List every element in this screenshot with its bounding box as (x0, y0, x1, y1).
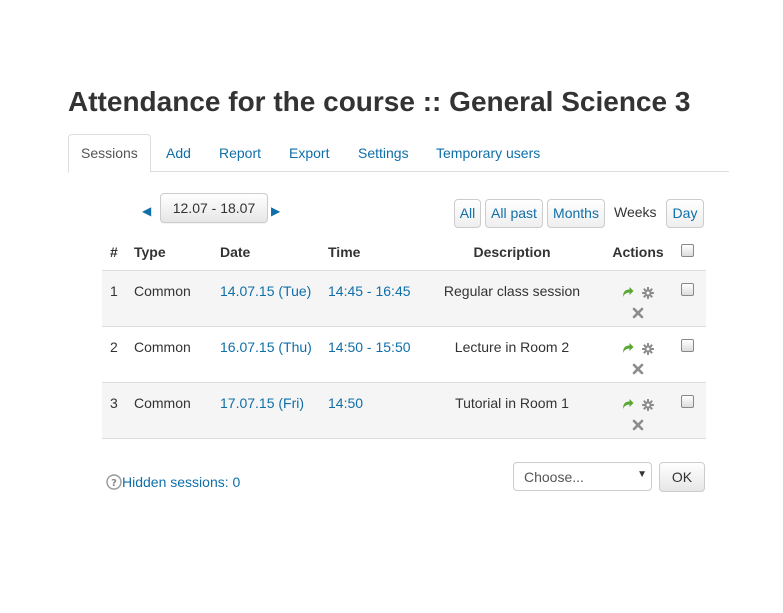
hidden-sessions: ? Hidden sessions: 0 (106, 474, 240, 493)
svg-text:?: ? (111, 478, 117, 489)
session-description: Regular class session (421, 270, 595, 327)
session-type: Common (126, 270, 212, 327)
gear-icon[interactable] (642, 399, 654, 411)
gear-icon[interactable] (642, 287, 654, 299)
gear-icon[interactable] (642, 343, 654, 355)
tab-temporary-users[interactable]: Temporary users (423, 134, 553, 171)
ok-button[interactable]: OK (659, 462, 705, 492)
view-all-past-button[interactable]: All past (485, 199, 543, 228)
session-type: Common (126, 326, 212, 383)
tab-add[interactable]: Add (153, 134, 204, 171)
session-select (673, 382, 706, 439)
header-actions: Actions (612, 244, 664, 260)
header-date: Date (220, 244, 251, 260)
session-time-link[interactable]: 14:45 - 16:45 (328, 283, 411, 299)
bulk-action-selected: Choose... (524, 469, 584, 485)
current-week-button[interactable]: 12.07 - 18.07 (160, 193, 268, 223)
session-num: 2 (102, 326, 126, 383)
header-type: Type (134, 244, 166, 260)
session-time-link[interactable]: 14:50 - 15:50 (328, 339, 411, 355)
session-date-link[interactable]: 14.07.15 (Tue) (220, 283, 311, 299)
session-actions (595, 326, 673, 383)
session-date-link[interactable]: 17.07.15 (Fri) (220, 395, 304, 411)
view-months-button[interactable]: Months (547, 199, 605, 228)
delete-icon[interactable] (632, 363, 644, 375)
session-actions (595, 270, 673, 327)
tab-settings[interactable]: Settings (345, 134, 422, 171)
tab-bar: Sessions Add Report Export Settings Temp… (68, 134, 729, 173)
session-select (673, 270, 706, 327)
prev-week-icon[interactable]: ◀ (142, 204, 151, 218)
take-attendance-icon[interactable] (622, 342, 634, 354)
header-description: Description (473, 244, 551, 260)
view-day-button[interactable]: Day (666, 199, 704, 228)
table-header-row: # Type Date Time Description Actions (102, 234, 706, 271)
tab-divider (68, 171, 729, 172)
session-description: Lecture in Room 2 (421, 326, 595, 383)
view-weeks-current: Weeks (614, 204, 657, 220)
table-row: 3 Common 17.07.15 (Fri) 14:50 Tutorial in Ro… (102, 382, 706, 439)
question-circle-icon[interactable]: ? (106, 474, 122, 493)
session-type: Common (126, 382, 212, 439)
session-num: 1 (102, 270, 126, 327)
session-checkbox[interactable] (681, 395, 694, 408)
bulk-action-select[interactable]: Choose... ▼ (513, 462, 652, 491)
header-time: Time (328, 244, 361, 260)
session-time-link[interactable]: 14:50 (328, 395, 363, 411)
next-week-icon[interactable]: ▶ (271, 204, 280, 218)
delete-icon[interactable] (632, 307, 644, 319)
take-attendance-icon[interactable] (622, 286, 634, 298)
session-checkbox[interactable] (681, 283, 694, 296)
header-select-all (673, 234, 706, 271)
tab-report[interactable]: Report (206, 134, 274, 171)
session-date-link[interactable]: 16.07.15 (Thu) (220, 339, 312, 355)
chevron-down-icon: ▼ (637, 469, 647, 480)
select-all-checkbox[interactable] (681, 244, 694, 257)
page-title: Attendance for the course :: General Sci… (68, 86, 691, 117)
table-row: 2 Common 16.07.15 (Thu) 14:50 - 15:50 Lectur… (102, 326, 706, 383)
tab-sessions[interactable]: Sessions (68, 134, 151, 173)
view-all-button[interactable]: All (454, 199, 481, 228)
delete-icon[interactable] (632, 419, 644, 431)
session-actions (595, 382, 673, 439)
tab-export[interactable]: Export (276, 134, 342, 171)
session-description: Tutorial in Room 1 (421, 382, 595, 439)
session-num: 3 (102, 382, 126, 439)
take-attendance-icon[interactable] (622, 398, 634, 410)
hidden-sessions-link[interactable]: Hidden sessions: 0 (122, 474, 240, 490)
header-num: # (110, 244, 118, 260)
session-select (673, 326, 706, 383)
session-checkbox[interactable] (681, 339, 694, 352)
table-row: 1 Common 14.07.15 (Tue) 14:45 - 16:45 Regula… (102, 270, 706, 327)
sessions-table: # Type Date Time Description Actions 1 Co… (102, 234, 706, 439)
